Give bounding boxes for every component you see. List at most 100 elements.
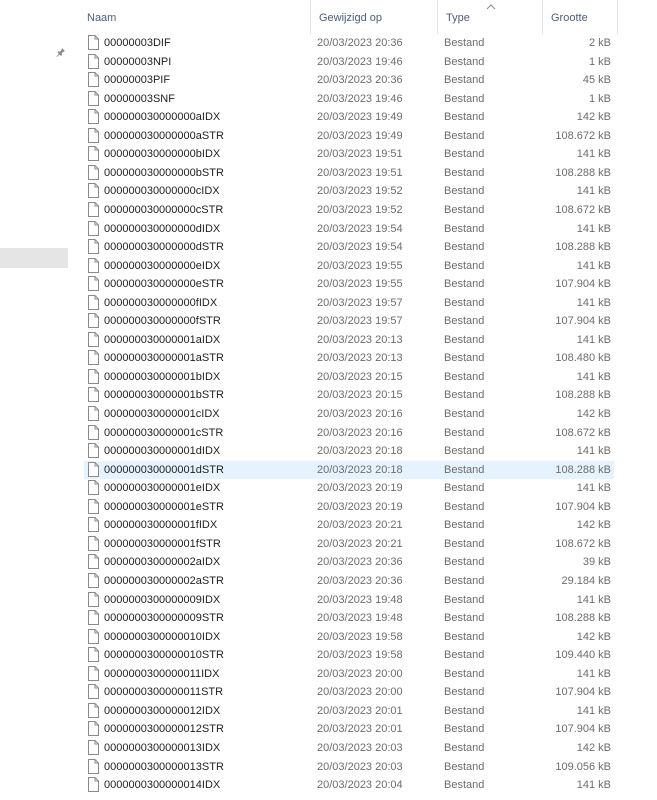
- file-row[interactable]: 000000030000001aSTR 20/03/2023 20:13 Besta…: [84, 349, 614, 367]
- file-size: 108.288 kB: [555, 612, 611, 625]
- file-row[interactable]: 000000030000001bSTR 20/03/2023 20:15 Besta…: [84, 386, 614, 404]
- file-size: 108.288 kB: [555, 241, 611, 254]
- file-row[interactable]: 0000000300000009IDX 20/03/2023 19:48 Besta…: [84, 591, 614, 609]
- file-type: Bestand: [444, 92, 485, 105]
- file-row[interactable]: 000000030000000eSTR 20/03/2023 19:55 Besta…: [84, 275, 614, 293]
- column-header-modified[interactable]: Gewijzigd op: [310, 0, 437, 34]
- file-row[interactable]: 000000030000000fIDX 20/03/2023 19:57 Besta…: [84, 294, 614, 312]
- file-name: 000000030000000dSTR: [104, 241, 224, 254]
- file-row[interactable]: 000000030000000bSTR 20/03/2023 19:51 Besta…: [84, 164, 614, 182]
- file-row[interactable]: 000000030000000aSTR 20/03/2023 19:49 Besta…: [84, 127, 614, 145]
- file-modified: 20/03/2023 19:57: [317, 296, 403, 309]
- column-header-size[interactable]: Grootte: [542, 0, 617, 34]
- file-row[interactable]: 000000030000000fSTR 20/03/2023 19:57 Besta…: [84, 312, 614, 330]
- file-size: 142 kB: [576, 408, 611, 420]
- file-modified: 20/03/2023 19:51: [317, 166, 403, 179]
- file-type: Bestand: [444, 37, 485, 49]
- file-row[interactable]: 000000030000000dIDX 20/03/2023 19:54 Besta…: [84, 220, 614, 238]
- file-row[interactable]: 000000030000001dIDX 20/03/2023 20:18 Besta…: [84, 442, 614, 460]
- file-size: 1 kB: [588, 55, 611, 68]
- file-row[interactable]: 000000030000001fIDX 20/03/2023 20:21 Besta…: [84, 516, 614, 534]
- file-row[interactable]: 0000000300000014IDX 20/03/2023 20:04 Besta…: [84, 776, 614, 794]
- file-row[interactable]: 0000000300000011IDX 20/03/2023 20:00 Besta…: [84, 665, 614, 683]
- file-row[interactable]: 00000003NPI 20/03/2023 19:46 Bestand 1 kB: [84, 53, 614, 71]
- pin-icon[interactable]: [56, 47, 66, 57]
- file-icon: [88, 517, 99, 533]
- file-icon: [88, 591, 99, 607]
- file-type: Bestand: [444, 463, 485, 476]
- file-size: 141 kB: [576, 482, 611, 495]
- file-icon: [88, 90, 99, 106]
- file-size: 45 kB: [582, 74, 611, 87]
- file-row[interactable]: 0000000300000013IDX 20/03/2023 20:03 Besta…: [84, 739, 614, 757]
- file-icon: [88, 35, 99, 50]
- file-row[interactable]: 000000030000001aIDX 20/03/2023 20:13 Besta…: [84, 331, 614, 349]
- file-row[interactable]: 0000000300000010IDX 20/03/2023 19:58 Besta…: [84, 628, 614, 646]
- file-size: 141 kB: [576, 333, 611, 346]
- file-row[interactable]: 000000030000000aIDX 20/03/2023 19:49 Besta…: [84, 108, 614, 126]
- file-icon: [88, 183, 99, 199]
- file-size: 141 kB: [576, 148, 611, 161]
- file-size: 2 kB: [588, 37, 611, 49]
- file-row[interactable]: 000000030000000cSTR 20/03/2023 19:52 Besta…: [84, 201, 614, 219]
- file-modified: 20/03/2023 19:55: [317, 259, 403, 272]
- file-row[interactable]: 000000030000000dSTR 20/03/2023 19:54 Besta…: [84, 238, 614, 256]
- file-row[interactable]: 0000000300000011STR 20/03/2023 20:00 Besta…: [84, 683, 614, 701]
- file-type: Bestand: [444, 333, 485, 346]
- file-name: 000000030000000eIDX: [104, 259, 221, 272]
- file-size: 142 kB: [576, 630, 611, 643]
- file-row[interactable]: 000000030000001cSTR 20/03/2023 20:16 Besta…: [84, 424, 614, 442]
- file-name: 0000000300000010STR: [104, 649, 224, 662]
- file-modified: 20/03/2023 20:15: [317, 389, 403, 402]
- file-modified: 20/03/2023 20:36: [317, 74, 403, 87]
- file-type: Bestand: [444, 575, 485, 587]
- file-type: Bestand: [444, 315, 485, 328]
- file-type: Bestand: [444, 760, 485, 773]
- file-row[interactable]: 000000030000001cIDX 20/03/2023 20:16 Besta…: [84, 405, 614, 423]
- file-type: Bestand: [444, 370, 485, 383]
- file-name: 000000030000001aIDX: [104, 333, 221, 346]
- file-modified: 20/03/2023 20:19: [317, 500, 403, 513]
- file-row[interactable]: 000000030000001dSTR 20/03/2023 20:18 Besta…: [84, 460, 614, 479]
- file-row[interactable]: 000000030000001bIDX 20/03/2023 20:15 Besta…: [84, 368, 614, 386]
- file-size: 109.440 kB: [555, 649, 611, 662]
- file-icon: [88, 721, 99, 737]
- file-icon: [88, 276, 99, 292]
- file-row[interactable]: 00000003PIF 20/03/2023 20:36 Bestand 45 kB: [84, 71, 614, 89]
- file-name: 000000030000000bIDX: [104, 148, 221, 161]
- file-icon: [88, 554, 99, 570]
- file-size: 107.904 kB: [555, 723, 611, 736]
- file-row[interactable]: 0000000300000012IDX 20/03/2023 20:01 Besta…: [84, 702, 614, 720]
- file-icon: [88, 610, 99, 626]
- nav-selected-item[interactable]: [0, 248, 68, 268]
- file-icon: [88, 443, 99, 459]
- file-row[interactable]: 0000000300000012STR 20/03/2023 20:01 Besta…: [84, 720, 614, 738]
- file-type: Bestand: [444, 389, 485, 402]
- file-row[interactable]: 000000030000000bIDX 20/03/2023 19:51 Besta…: [84, 145, 614, 163]
- file-row[interactable]: 0000000300000009STR 20/03/2023 19:48 Besta…: [84, 609, 614, 627]
- file-row[interactable]: 0000000300000010STR 20/03/2023 19:58 Besta…: [84, 646, 614, 664]
- file-type: Bestand: [444, 779, 485, 791]
- file-name: 000000030000000fSTR: [104, 315, 221, 328]
- file-type: Bestand: [444, 148, 485, 161]
- file-row[interactable]: 000000030000000eIDX 20/03/2023 19:55 Besta…: [84, 257, 614, 275]
- file-modified: 20/03/2023 20:36: [317, 556, 403, 569]
- file-row[interactable]: 000000030000001fSTR 20/03/2023 20:21 Besta…: [84, 535, 614, 553]
- file-modified: 20/03/2023 20:00: [317, 686, 403, 699]
- file-row[interactable]: 000000030000002aSTR 20/03/2023 20:36 Besta…: [84, 572, 614, 590]
- file-icon: [88, 665, 99, 681]
- file-row[interactable]: 0000000300000013STR 20/03/2023 20:03 Besta…: [84, 758, 614, 776]
- file-modified: 20/03/2023 20:03: [317, 760, 403, 773]
- file-row[interactable]: 00000003DIF 20/03/2023 20:36 Bestand 2 kB: [84, 34, 614, 52]
- file-row[interactable]: 000000030000002aIDX 20/03/2023 20:36 Besta…: [84, 553, 614, 571]
- column-header-name[interactable]: Naam: [78, 0, 310, 34]
- file-modified: 20/03/2023 19:46: [317, 92, 403, 105]
- file-type: Bestand: [444, 612, 485, 625]
- file-icon: [88, 164, 99, 180]
- column-divider[interactable]: [617, 0, 618, 34]
- file-row[interactable]: 000000030000000cIDX 20/03/2023 19:52 Besta…: [84, 182, 614, 200]
- file-row[interactable]: 000000030000001eIDX 20/03/2023 20:19 Besta…: [84, 479, 614, 497]
- file-row[interactable]: 00000003SNF 20/03/2023 19:46 Bestand 1 kB: [84, 90, 614, 108]
- file-row[interactable]: 000000030000001eSTR 20/03/2023 20:19 Besta…: [84, 498, 614, 516]
- file-size: 107.904 kB: [555, 686, 611, 699]
